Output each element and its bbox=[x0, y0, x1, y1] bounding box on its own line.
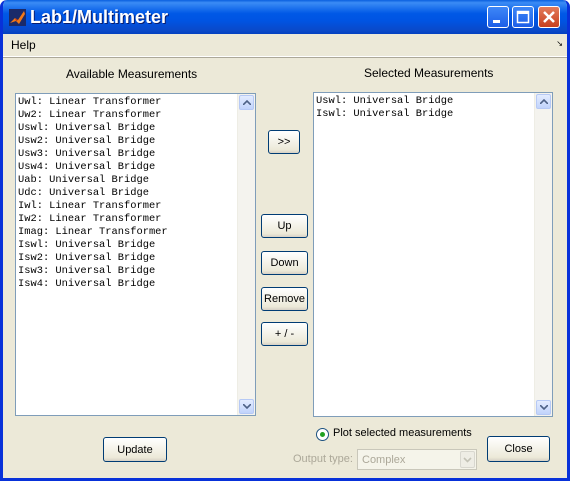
selected-listbox[interactable]: Uswl: Universal Bridge Iswl: Universal Br… bbox=[313, 92, 553, 417]
close-icon bbox=[543, 11, 555, 23]
minimize-icon bbox=[493, 20, 500, 23]
list-item[interactable]: Isw4: Universal Bridge bbox=[18, 278, 168, 291]
selected-heading: Selected Measurements bbox=[364, 66, 494, 80]
available-heading: Available Measurements bbox=[66, 67, 198, 81]
update-button[interactable]: Update bbox=[103, 437, 167, 462]
plot-selected-radio[interactable] bbox=[316, 428, 329, 441]
sign-toggle-button[interactable]: + / - bbox=[261, 322, 308, 346]
selected-list: Uswl: Universal Bridge Iswl: Universal Br… bbox=[316, 95, 453, 121]
list-item[interactable]: Imag: Linear Transformer bbox=[18, 226, 168, 239]
down-button[interactable]: Down bbox=[261, 251, 308, 275]
remove-button[interactable]: Remove bbox=[261, 287, 308, 311]
list-item[interactable]: Isw3: Universal Bridge bbox=[18, 265, 168, 278]
matlab-app-icon bbox=[9, 9, 26, 26]
list-item[interactable]: Iw2: Linear Transformer bbox=[18, 213, 168, 226]
radio-dot bbox=[320, 432, 325, 437]
list-item[interactable]: Iwl: Linear Transformer bbox=[18, 200, 168, 213]
dropdown-button[interactable] bbox=[460, 451, 475, 468]
scroll-down-button[interactable] bbox=[239, 399, 254, 414]
menu-overflow-icon[interactable]: ↘ bbox=[556, 39, 563, 48]
arrow-down-icon bbox=[243, 404, 251, 409]
list-item[interactable]: Iswl: Universal Bridge bbox=[316, 108, 453, 121]
maximize-button[interactable] bbox=[512, 6, 534, 28]
minimize-button[interactable] bbox=[487, 6, 509, 28]
list-item[interactable]: Usw2: Universal Bridge bbox=[18, 135, 168, 148]
available-scrollbar[interactable] bbox=[237, 94, 255, 415]
list-item[interactable]: Uw2: Linear Transformer bbox=[18, 109, 168, 122]
arrow-down-icon bbox=[540, 405, 548, 410]
menu-bar: Help ↘ bbox=[3, 34, 567, 57]
title-bar[interactable]: Lab1/Multimeter bbox=[3, 0, 567, 34]
maximize-icon bbox=[516, 10, 530, 24]
list-item[interactable]: Isw2: Universal Bridge bbox=[18, 252, 168, 265]
list-item[interactable]: Usw3: Universal Bridge bbox=[18, 148, 168, 161]
scroll-up-button[interactable] bbox=[239, 95, 254, 110]
list-item[interactable]: Usw4: Universal Bridge bbox=[18, 161, 168, 174]
selected-scrollbar[interactable] bbox=[534, 93, 552, 416]
menu-help[interactable]: Help bbox=[11, 38, 36, 52]
chevron-down-icon bbox=[463, 457, 472, 463]
multimeter-window: Lab1/Multimeter Help ↘ Available Measure… bbox=[0, 0, 570, 481]
scroll-up-button[interactable] bbox=[536, 94, 551, 109]
list-item[interactable]: Udc: Universal Bridge bbox=[18, 187, 168, 200]
scroll-down-button[interactable] bbox=[536, 400, 551, 415]
list-item[interactable]: Uswl: Universal Bridge bbox=[316, 95, 453, 108]
arrow-up-icon bbox=[243, 100, 251, 105]
output-type-select[interactable]: Complex bbox=[357, 449, 477, 470]
close-button[interactable]: Close bbox=[487, 436, 550, 462]
output-type-value: Complex bbox=[362, 454, 406, 466]
list-item[interactable]: Uab: Universal Bridge bbox=[18, 174, 168, 187]
list-item[interactable]: Iswl: Universal Bridge bbox=[18, 239, 168, 252]
output-type-label: Output type: bbox=[293, 453, 353, 465]
list-item[interactable]: Uwl: Linear Transformer bbox=[18, 96, 168, 109]
add-button[interactable]: >> bbox=[268, 130, 300, 154]
window-title: Lab1/Multimeter bbox=[30, 7, 169, 27]
plot-selected-label[interactable]: Plot selected measurements bbox=[333, 427, 472, 439]
up-button[interactable]: Up bbox=[261, 214, 308, 238]
close-window-button[interactable] bbox=[538, 6, 560, 28]
arrow-up-icon bbox=[540, 99, 548, 104]
available-list: Uwl: Linear Transformer Uw2: Linear Trans… bbox=[18, 96, 168, 291]
available-listbox[interactable]: Uwl: Linear Transformer Uw2: Linear Trans… bbox=[15, 93, 256, 416]
list-item[interactable]: Uswl: Universal Bridge bbox=[18, 122, 168, 135]
